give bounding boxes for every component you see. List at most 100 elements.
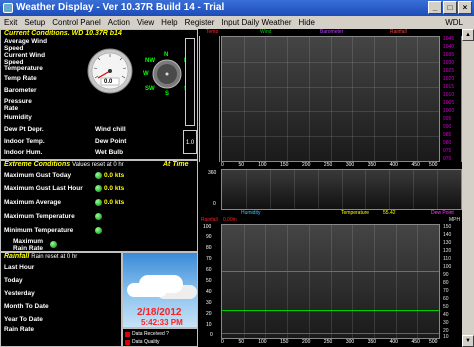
rain-yesterday-label: Yesterday: [4, 290, 35, 297]
y-right-tick: 110: [443, 256, 451, 262]
y-right-tick: 50: [443, 304, 449, 310]
y-left-tick: 60: [206, 267, 212, 273]
scroll-down-arrow-icon[interactable]: ▼: [462, 335, 474, 347]
legend-dew-point: Dew Point: [431, 210, 454, 216]
cloud-shape: [127, 283, 167, 297]
middle-graph-legend: Humidity Temperature 55.42 Dew Point: [221, 210, 462, 216]
y-right-tick: 1010: [443, 92, 455, 98]
dew-pt-depr-label: Dew Pt Depr.: [4, 126, 44, 133]
data-received-indicator-icon: [125, 332, 130, 337]
y-right-tick: 1035: [443, 52, 455, 58]
avg-wind-label: Average Wind Speed: [4, 38, 48, 52]
x-tick: 350: [367, 162, 377, 168]
max-gust-last-hour-value: 0.0 kts: [104, 185, 125, 192]
rainfall-header-value: 0.00in: [223, 217, 237, 223]
sky-image: 2/18/2012 5:42:33 PM: [122, 252, 198, 328]
min-temperature-label: Minimum Temperature: [4, 227, 74, 234]
y-right-tick: 1015: [443, 84, 455, 90]
current-wind-label: Current Wind Speed: [4, 52, 46, 66]
wind-direction-compass: [152, 59, 182, 89]
app-icon: [3, 3, 13, 13]
wind-speed-gauge: [87, 48, 133, 94]
y-right-tick: 150: [443, 224, 452, 230]
gauge-readout: 0.0: [104, 79, 113, 85]
status-led-icon: [95, 199, 102, 206]
x-tick: 200: [302, 339, 311, 345]
y-left-tick: 70: [206, 256, 212, 262]
x-tick: 450: [411, 162, 420, 168]
x-tick: 500: [429, 339, 438, 345]
x-tick: 250: [323, 339, 333, 345]
menu-hide[interactable]: Hide: [299, 16, 315, 29]
top-graph-legend: Temp Wind Barometer Rainfall: [200, 29, 462, 35]
y-right-tick: 970: [443, 156, 452, 162]
max-gust-last-hour-label: Maximum Gust Last Hour: [4, 185, 83, 192]
menu-action[interactable]: Action: [108, 16, 130, 29]
x-tick: 50: [238, 339, 245, 345]
maximize-button[interactable]: □: [443, 1, 457, 14]
temp-rate-label: Temp Rate: [4, 75, 37, 82]
compass-n: N: [164, 52, 169, 58]
close-button[interactable]: ×: [458, 1, 472, 14]
menu-view[interactable]: View: [137, 16, 154, 29]
legend-wind: Wind: [260, 29, 272, 35]
green-trace: [222, 310, 439, 311]
status-area: Data Received ? Data Quality: [122, 328, 198, 347]
x-tick: 50: [238, 162, 245, 168]
menu-help[interactable]: Help: [161, 16, 177, 29]
compass-s: S: [165, 91, 170, 97]
y-right-tick: 1005: [443, 100, 455, 106]
x-tick: 400: [389, 339, 398, 345]
y-left-tick: 100: [203, 224, 212, 230]
top-graph[interactable]: [221, 36, 440, 162]
y-right-tick: 985: [443, 132, 452, 138]
current-conditions-panel: Current Conditions. WD 10.37R b14 Averag…: [0, 29, 198, 160]
red-trace: [222, 333, 439, 334]
rain-year-label: Year To Date: [4, 316, 43, 323]
menu-input-daily-weather[interactable]: Input Daily Weather: [221, 16, 291, 29]
status-led-icon: [50, 241, 57, 248]
menu-register[interactable]: Register: [185, 16, 215, 29]
y-right-tick: 130: [443, 240, 452, 246]
humidity-label: Humidity: [4, 114, 32, 121]
x-tick: 300: [345, 339, 355, 345]
y-right-tick: 1030: [443, 60, 455, 66]
compass-nw: NW: [145, 58, 155, 64]
y-left-tick: 30: [206, 300, 212, 306]
compass-w: W: [143, 71, 149, 77]
dew-point-label: Dew Point: [95, 138, 127, 145]
menu-control-panel[interactable]: Control Panel: [52, 16, 100, 29]
window-controls: _ □ ×: [428, 1, 472, 14]
y-right-tick: 1045: [443, 36, 455, 42]
mph-label: MPH: [449, 217, 461, 223]
x-tick: 150: [280, 162, 289, 168]
x-tick: 350: [367, 339, 377, 345]
minimize-button[interactable]: _: [428, 1, 442, 14]
vertical-scrollbar[interactable]: ▲ ▼: [462, 29, 474, 347]
legend-rainfall: Rainfall: [390, 29, 407, 35]
menu-exit[interactable]: Exit: [4, 16, 17, 29]
bottom-graph[interactable]: [221, 224, 440, 339]
y-right-tick: 30: [443, 320, 449, 326]
rainfall-title: Rainfall Rain reset at 0 hr: [4, 253, 77, 260]
legend-barometer: Barometer: [320, 29, 344, 35]
y-right-tick: 70: [443, 288, 449, 294]
legend-temp-value: 55.42: [383, 210, 396, 216]
x-tick: 150: [280, 339, 289, 345]
data-received-label: Data Received ?: [132, 331, 169, 337]
x-tick: 200: [302, 162, 311, 168]
indoor-temp-label: Indoor Temp.: [4, 138, 45, 145]
indoor-hum-label: Indoor Hum.: [4, 149, 43, 156]
middle-graph[interactable]: [221, 169, 462, 210]
y-right-tick: 995: [443, 116, 452, 122]
y-right-tick: 90: [443, 272, 449, 278]
y-left-tick: 20: [206, 311, 212, 317]
y-right-tick: 140: [443, 232, 452, 238]
menu-setup[interactable]: Setup: [24, 16, 45, 29]
menu-wdl[interactable]: WDL: [445, 16, 463, 29]
scroll-up-arrow-icon[interactable]: ▲: [462, 29, 474, 41]
rain-last-hour-label: Last Hour: [4, 264, 35, 271]
rain-today-label: Today: [4, 277, 23, 284]
y-left-tick: 50: [206, 278, 212, 284]
bottom-graph-header: Rainfall 0.00in MPH: [199, 217, 462, 223]
